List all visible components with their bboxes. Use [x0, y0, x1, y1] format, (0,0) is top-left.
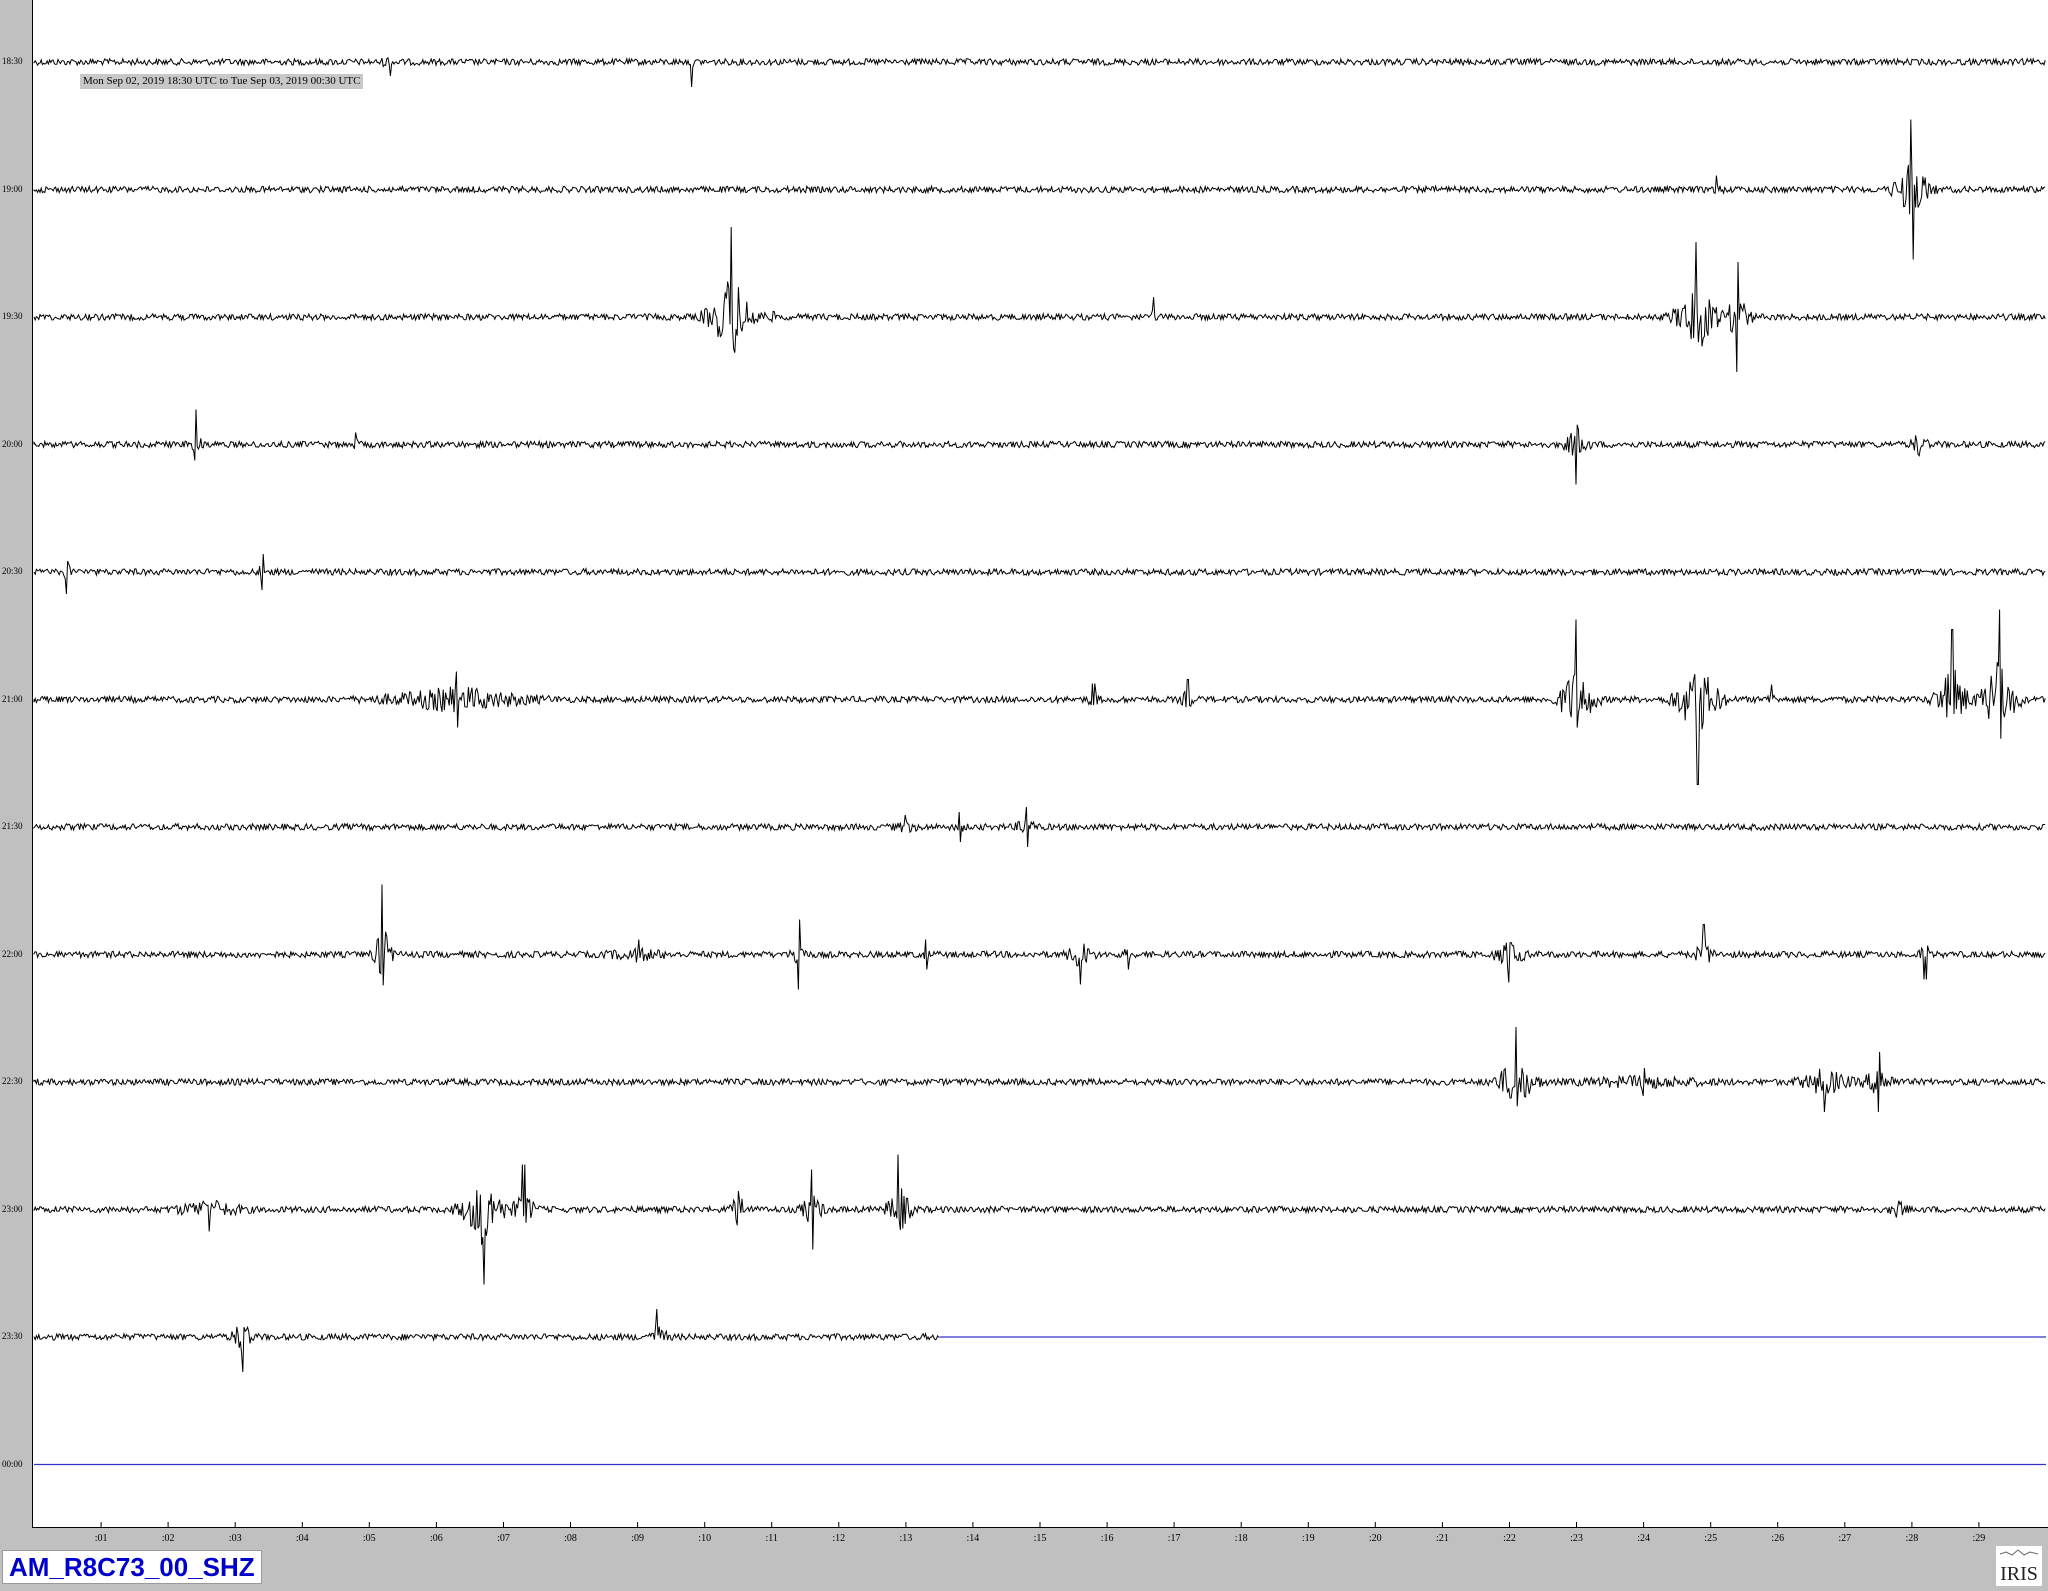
- minute-tick-label: :21: [1436, 1533, 1449, 1544]
- minute-tick-label: :18: [1234, 1533, 1248, 1544]
- row-time-label: 20:30: [2, 566, 23, 576]
- row-time-label: 23:30: [2, 1331, 23, 1341]
- helicorder-traces: [33, 56, 2046, 1528]
- minute-tick-label: :10: [698, 1533, 712, 1544]
- minute-tick-label: :03: [228, 1533, 242, 1544]
- minute-tick-label: :25: [1704, 1533, 1718, 1544]
- row-time-label: 22:30: [2, 1076, 23, 1086]
- minute-tick-label: :09: [631, 1533, 644, 1544]
- seismic-trace-2100: [33, 609, 2046, 785]
- minute-tick-label: :17: [1167, 1533, 1181, 1544]
- seismic-trace-1900: [33, 119, 2046, 260]
- minute-tick-label: :05: [362, 1533, 376, 1544]
- row-time-label: 19:30: [2, 311, 23, 321]
- seismic-trace-2130: [33, 806, 2046, 848]
- minute-tick-label: :01: [94, 1533, 108, 1544]
- station-id-label: AM_R8C73_00_SHZ: [2, 1550, 262, 1584]
- minute-tick-label: :11: [765, 1533, 778, 1544]
- seismic-trace-2200: [33, 884, 2046, 990]
- minute-tick-label: :08: [564, 1533, 577, 1544]
- minute-tick-label: :22: [1503, 1533, 1516, 1544]
- seismic-trace-2230: [33, 1026, 2046, 1113]
- minute-tick-label: :19: [1301, 1533, 1315, 1544]
- iris-logo: IRIS: [1996, 1546, 2042, 1586]
- seismic-trace-2000: [33, 409, 2046, 485]
- seismic-trace-2330: [33, 1308, 940, 1373]
- minute-tick-label: :20: [1368, 1533, 1382, 1544]
- row-time-label: 00:00: [2, 1458, 23, 1469]
- row-time-label: 18:30: [2, 56, 23, 66]
- minute-tick-label: :29: [1972, 1533, 1986, 1544]
- row-time-label: 21:00: [2, 693, 23, 704]
- row-time-label: 19:00: [2, 183, 23, 194]
- row-time-label: 20:00: [2, 438, 23, 449]
- seismic-trace-2030: [33, 553, 2046, 595]
- date-range-caption: Mon Sep 02, 2019 18:30 UTC to Tue Sep 03…: [80, 74, 364, 89]
- minute-tick-label: :06: [430, 1533, 443, 1544]
- seismic-trace-2300: [33, 1154, 2046, 1285]
- minute-tick-label: :02: [161, 1533, 175, 1544]
- row-time-label: 21:30: [2, 821, 23, 831]
- minute-tick-label: :14: [966, 1533, 980, 1544]
- minute-tick-label: :04: [295, 1533, 309, 1544]
- minute-tick-label: :07: [497, 1533, 510, 1544]
- minute-tick-label: :13: [899, 1533, 913, 1544]
- minute-tick-label: :27: [1838, 1533, 1852, 1544]
- minute-tick-label: :23: [1570, 1533, 1583, 1544]
- minute-tick-label: :28: [1905, 1533, 1919, 1544]
- seismic-trace-1930: [33, 226, 2046, 373]
- row-time-label: 22:00: [2, 948, 23, 959]
- minute-tick-label: :16: [1100, 1533, 1114, 1544]
- row-time-label: 23:00: [2, 1203, 23, 1214]
- minute-tick-label: :26: [1771, 1533, 1785, 1544]
- minute-tick-label: :24: [1637, 1533, 1650, 1544]
- minute-tick-label: :15: [1033, 1533, 1047, 1544]
- minute-tick-label: :12: [832, 1533, 846, 1544]
- svg-text:IRIS: IRIS: [2000, 1563, 2038, 1585]
